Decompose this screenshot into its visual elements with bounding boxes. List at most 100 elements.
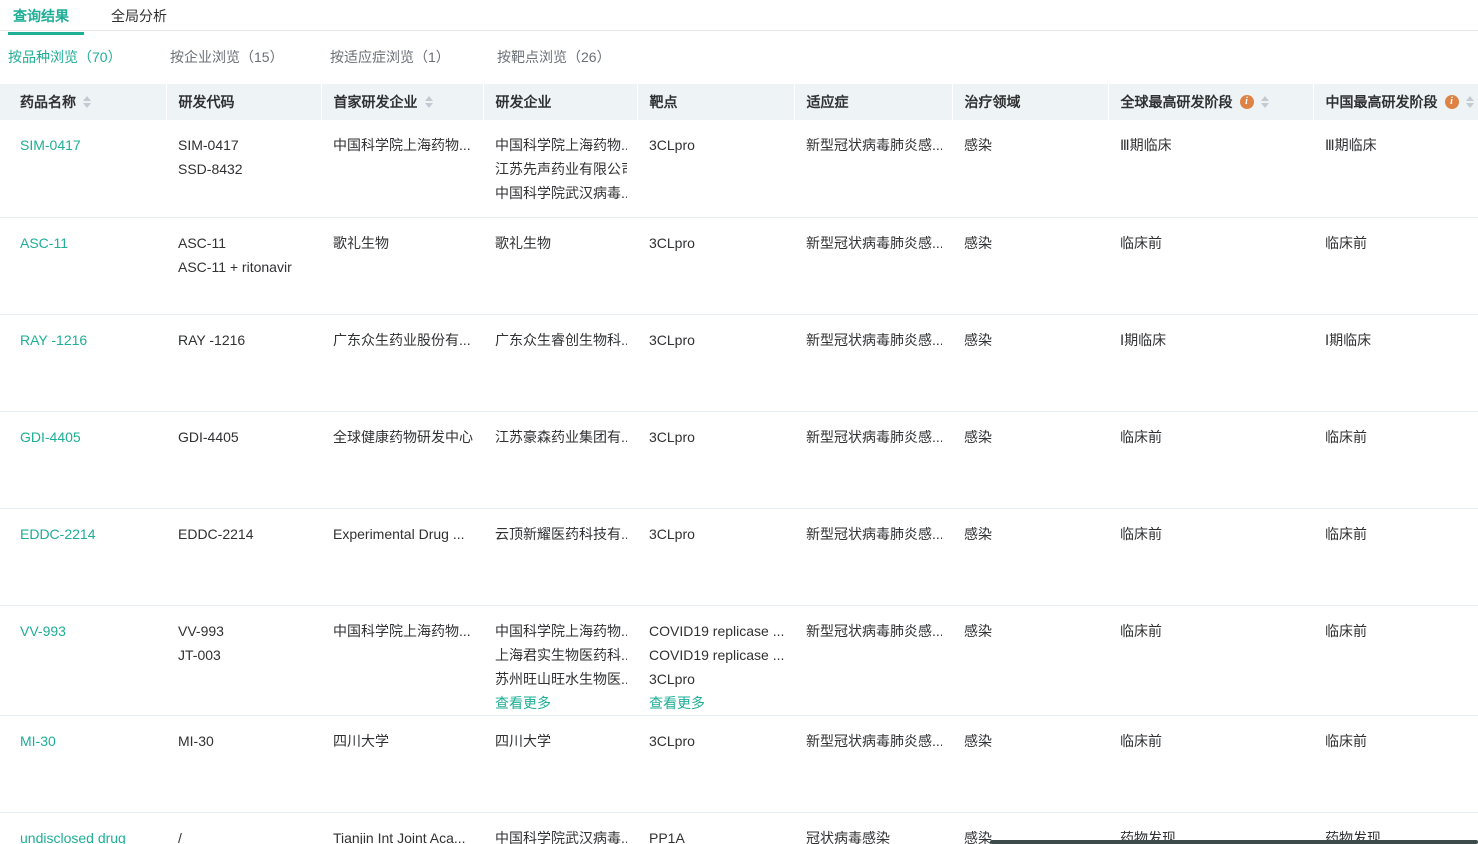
rd-code-cell: ASC-11 ASC-11 + ritonavir xyxy=(166,217,321,315)
indication-value: 新型冠状病毒肺炎感... xyxy=(806,331,942,348)
drug-name-link[interactable]: VV-993 xyxy=(20,623,66,639)
rd-company-value: 苏州旺山旺水生物医... xyxy=(495,670,627,687)
rd-company-value: 上海君实生物医药科... xyxy=(495,646,627,663)
target-cell: PP1A xyxy=(637,812,794,844)
column-header-target: 靶点 xyxy=(637,84,795,120)
global-stage-value: 临床前 xyxy=(1120,428,1162,445)
info-icon[interactable]: i xyxy=(1444,95,1459,109)
first-company-value: Tianjin Int Joint Aca... xyxy=(333,829,466,844)
rd-code-value: SIM-0417 xyxy=(178,137,239,153)
target-cell: 3CLpro xyxy=(637,411,794,509)
global-stage-cell: Ⅲ期临床 xyxy=(1108,120,1313,218)
china-stage-value: 临床前 xyxy=(1325,732,1367,749)
sort-icon[interactable] xyxy=(424,96,433,108)
info-icon[interactable]: i xyxy=(1239,95,1254,109)
rd-code-value: RAY -1216 xyxy=(178,331,246,348)
first-company-value: 广东众生药业股份有... xyxy=(333,331,471,348)
therapy-area-cell: 感染 xyxy=(952,314,1108,412)
rd-company-value: 云顶新耀医药科技有... xyxy=(495,525,627,542)
rd-company-value: 中国科学院上海药物... xyxy=(495,622,627,639)
first-company-cell: 全球健康药物研发中心 xyxy=(321,411,483,509)
rd-company-cell: 四川大学 xyxy=(483,715,637,813)
table-row: GDI-4405 GDI-4405 全球健康药物研发中心 江苏豪森药业集团有... 3C… xyxy=(0,411,1478,509)
global-stage-cell: 临床前 xyxy=(1108,411,1313,509)
global-stage-cell: 临床前 xyxy=(1108,715,1313,813)
rd-code-value: GDI-4405 xyxy=(178,428,239,445)
horizontal-scrollbar-thumb[interactable] xyxy=(990,840,1478,844)
china-stage-cell: 临床前 xyxy=(1313,715,1478,813)
indication-value: 新型冠状病毒肺炎感... xyxy=(806,234,942,251)
rd-code-value: ASC-11 xyxy=(178,234,226,251)
indication-cell: 新型冠状病毒肺炎感... xyxy=(794,715,952,813)
column-header-global-stage: 全球最高研发阶段 i xyxy=(1108,84,1314,120)
table-row: MI-30 MI-30 四川大学 四川大学 3CLpro 新型冠状病毒肺炎感... 感染 临床… xyxy=(0,715,1478,813)
target-value: 3CLpro xyxy=(649,234,695,251)
target-cell: 3CLpro xyxy=(637,120,794,218)
global-stage-value: 临床前 xyxy=(1120,732,1162,749)
table-row: EDDC-2214 EDDC-2214 Experimental Drug ... 云… xyxy=(0,508,1478,606)
rd-company-cell: 中国科学院上海药物... 上海君实生物医药科... 苏州旺山旺水生物医... 查看更多 xyxy=(483,605,637,716)
first-company-cell: 广东众生药业股份有... xyxy=(321,314,483,412)
column-label: 治疗领域 xyxy=(964,94,1021,110)
view-more-companies-link[interactable]: 查看更多 xyxy=(495,691,627,715)
drug-name-link[interactable]: undisclosed drug xyxy=(20,830,126,844)
table-row: RAY -1216 RAY -1216 广东众生药业股份有... 广东众生睿创生物科.… xyxy=(0,314,1478,412)
subtab-by-variety[interactable]: 按品种浏览（70） xyxy=(8,47,170,84)
china-stage-value: 临床前 xyxy=(1325,428,1367,445)
rd-code-cell: VV-993 JT-003 xyxy=(166,605,321,716)
indication-cell: 新型冠状病毒肺炎感... xyxy=(794,314,952,412)
drug-name-cell: undisclosed drug xyxy=(0,812,166,844)
therapy-area-cell: 感染 xyxy=(952,715,1108,813)
view-more-targets-link[interactable]: 查看更多 xyxy=(649,691,784,715)
column-header-rd-code: 研发代码 xyxy=(166,84,322,120)
sort-icon[interactable] xyxy=(1260,96,1269,108)
indication-value: 新型冠状病毒肺炎感... xyxy=(806,622,942,639)
column-label: 药品名称 xyxy=(20,94,76,110)
target-value: 3CLpro xyxy=(649,137,695,153)
global-stage-cell: 临床前 xyxy=(1108,508,1313,606)
indication-cell: 新型冠状病毒肺炎感... xyxy=(794,605,952,716)
first-company-value: 四川大学 xyxy=(333,732,389,749)
rd-code-value: VV-993 xyxy=(178,622,224,639)
subtab-by-target[interactable]: 按靶点浏览（26） xyxy=(497,47,611,84)
target-cell: 3CLpro xyxy=(637,314,794,412)
china-stage-cell: 临床前 xyxy=(1313,411,1478,509)
rd-company-cell: 中国科学院武汉病毒... xyxy=(483,812,637,844)
sort-icon[interactable] xyxy=(1465,96,1474,108)
china-stage-cell: 临床前 xyxy=(1313,605,1478,716)
rd-code-cell: SIM-0417 SSD-8432 xyxy=(166,120,321,218)
rd-code-value: MI-30 xyxy=(178,732,214,749)
drug-name-cell: ASC-11 xyxy=(0,217,166,315)
rd-company-value: 中国科学院武汉病毒... xyxy=(495,185,627,201)
drug-name-link[interactable]: EDDC-2214 xyxy=(20,526,95,542)
rd-company-value: 中国科学院上海药物... xyxy=(495,137,627,153)
subtab-by-indication[interactable]: 按适应症浏览（1） xyxy=(330,47,497,84)
rd-company-value: 歌礼生物 xyxy=(495,234,551,251)
tab-global-analysis[interactable]: 全局分析 xyxy=(108,0,170,34)
sort-icon[interactable] xyxy=(83,96,91,108)
global-stage-cell: 临床前 xyxy=(1108,217,1313,315)
drug-name-cell: SIM-0417 xyxy=(0,120,166,218)
target-value: 3CLpro xyxy=(649,670,695,687)
first-company-cell: Tianjin Int Joint Aca... xyxy=(321,812,483,844)
indication-cell: 新型冠状病毒肺炎感... xyxy=(794,508,952,606)
table-row: VV-993 VV-993 JT-003 中国科学院上海药物... 中国科学院上海药物.… xyxy=(0,605,1478,716)
subtab-by-company[interactable]: 按企业浏览（15） xyxy=(170,47,330,84)
china-stage-value: 临床前 xyxy=(1325,622,1367,639)
global-stage-value: 临床前 xyxy=(1120,525,1162,542)
therapy-area-cell: 感染 xyxy=(952,120,1108,218)
therapy-area-cell: 感染 xyxy=(952,508,1108,606)
drug-name-cell: EDDC-2214 xyxy=(0,508,166,606)
drug-name-link[interactable]: GDI-4405 xyxy=(20,429,81,445)
first-company-value: 全球健康药物研发中心 xyxy=(333,428,473,445)
tab-query-results[interactable]: 查询结果 xyxy=(8,0,84,35)
drug-name-link[interactable]: MI-30 xyxy=(20,733,56,749)
target-value: 3CLpro xyxy=(649,428,695,445)
drug-name-cell: GDI-4405 xyxy=(0,411,166,509)
drug-name-link[interactable]: SIM-0417 xyxy=(20,137,81,153)
drug-name-link[interactable]: RAY -1216 xyxy=(20,332,87,348)
column-label: 首家研发企业 xyxy=(333,94,418,110)
global-stage-value: Ⅲ期临床 xyxy=(1120,137,1172,153)
drug-name-link[interactable]: ASC-11 xyxy=(20,235,68,251)
first-company-cell: 中国科学院上海药物... xyxy=(321,605,483,716)
